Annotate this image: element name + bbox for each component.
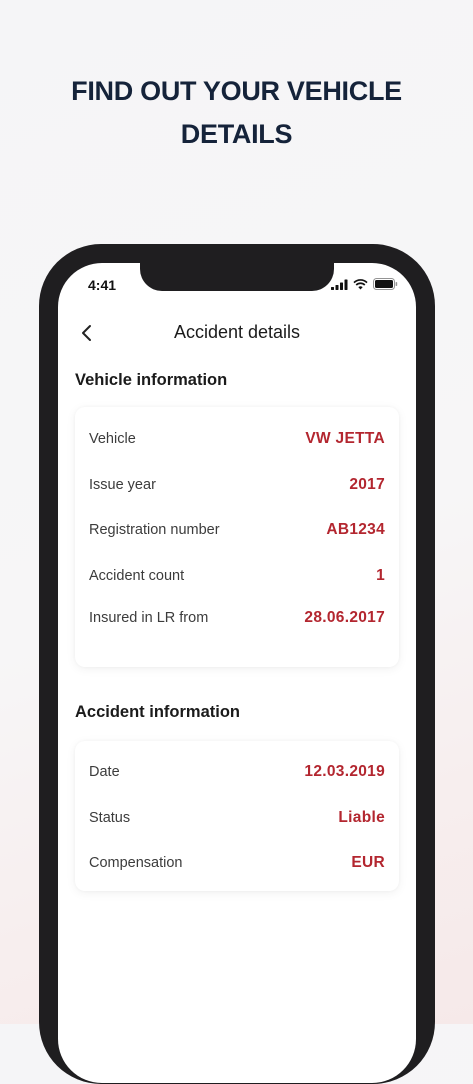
row-label: Compensation (89, 855, 183, 871)
headline-line-2: DETAILS (180, 119, 293, 149)
nav-title: Accident details (173, 322, 301, 342)
row-label: Status (89, 810, 131, 826)
vehicle-section-title: Vehicle information (75, 371, 228, 389)
headline-line-1: FIND OUT YOUR VEHICLE (71, 76, 402, 106)
date-row: Date 12.03.2019 (89, 760, 385, 784)
row-value: AB1234 (326, 521, 385, 538)
row-label: Insured in LR from (89, 610, 209, 626)
row-value: 28.06.2017 (304, 609, 385, 626)
status-time: 4:41 (88, 277, 117, 293)
promo-headline: FIND OUT YOUR VEHICLE DETAILS (0, 70, 473, 156)
signal-icon (331, 279, 348, 290)
row-label: Accident count (89, 568, 185, 584)
row-value: 2017 (349, 476, 385, 493)
vehicle-row: Vehicle VW JETTA (89, 427, 385, 451)
issue-year-row: Issue year 2017 (89, 473, 385, 497)
accident-info-card: Date 12.03.2019 Status Liable Compensati… (75, 741, 399, 891)
wifi-icon (353, 278, 368, 289)
row-label: Issue year (89, 477, 156, 493)
row-label: Vehicle (89, 431, 136, 447)
row-value: 12.03.2019 (304, 763, 385, 780)
phone-frame: 4:41 Accident details Vehicle informatio… (39, 244, 435, 1084)
row-label: Registration number (89, 522, 220, 538)
row-value: 1 (376, 567, 385, 584)
insured-from-row: Insured in LR from 28.06.2017 (89, 606, 385, 630)
compensation-row: Compensation EUR (89, 851, 385, 875)
battery-icon (373, 278, 398, 290)
accident-count-row: Accident count 1 (89, 564, 385, 588)
status-row: Status Liable (89, 806, 385, 830)
row-value: EUR (351, 854, 385, 871)
vehicle-info-card: Vehicle VW JETTA Issue year 2017 Registr… (75, 407, 399, 667)
registration-number-row: Registration number AB1234 (89, 518, 385, 542)
accident-section-title: Accident information (75, 703, 241, 721)
notch (140, 263, 334, 291)
status-icons (331, 278, 398, 290)
phone-screen: 4:41 Accident details Vehicle informatio… (58, 263, 416, 1083)
row-label: Date (89, 764, 120, 780)
row-value: VW JETTA (305, 430, 385, 447)
row-value: Liable (338, 809, 385, 826)
